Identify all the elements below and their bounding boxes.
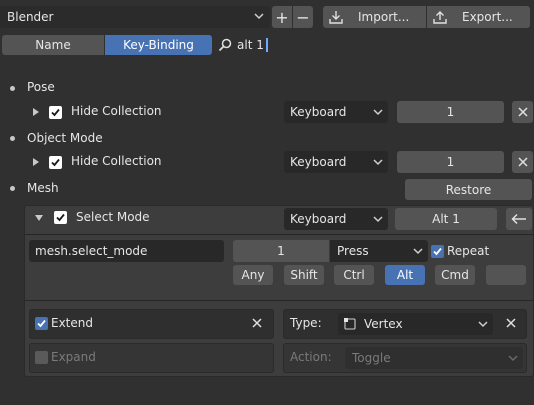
import-icon xyxy=(328,9,344,25)
modifier-shift-button[interactable]: Shift xyxy=(284,265,324,285)
chevron-down-icon xyxy=(373,156,383,171)
section-bullet xyxy=(10,86,15,91)
operator-idname-field[interactable]: mesh.select_mode xyxy=(29,240,224,262)
enable-checkbox[interactable] xyxy=(54,211,67,224)
input-type-dropdown[interactable]: Keyboard xyxy=(284,151,388,173)
repeat-label: Repeat xyxy=(447,244,490,258)
keymap-preset-dropdown[interactable]: Blender xyxy=(0,6,270,28)
expand-label: Expand xyxy=(51,350,96,364)
search-icon xyxy=(218,38,232,52)
modifier-any-button[interactable]: Any xyxy=(233,265,273,285)
vertex-select-icon xyxy=(343,317,357,331)
chevron-down-icon xyxy=(478,318,488,333)
key-value-button[interactable]: 1 xyxy=(233,240,329,262)
divider xyxy=(25,234,533,235)
key-button[interactable]: Alt 1 xyxy=(395,208,497,230)
close-icon xyxy=(506,318,516,328)
remove-item-button[interactable] xyxy=(512,151,533,173)
unset-type-button[interactable] xyxy=(506,318,516,328)
key-modifier-button[interactable] xyxy=(486,265,526,285)
repeat-checkbox[interactable] xyxy=(431,245,444,258)
section-title-mesh: Mesh xyxy=(27,181,59,195)
event-value-dropdown[interactable]: Press xyxy=(330,240,428,262)
keymap-item-label: Select Mode xyxy=(76,210,150,224)
remove-preset-button[interactable]: − xyxy=(293,6,313,28)
chevron-down-icon xyxy=(254,10,264,25)
chevron-down-icon xyxy=(413,245,423,260)
divider xyxy=(25,300,533,301)
section-title-object-mode: Object Mode xyxy=(27,131,103,145)
close-icon xyxy=(252,318,262,328)
extend-checkbox[interactable] xyxy=(35,317,48,330)
chevron-down-icon xyxy=(373,106,383,121)
add-preset-button[interactable]: + xyxy=(272,6,292,28)
close-icon xyxy=(517,107,528,117)
expand-arrow-icon[interactable] xyxy=(33,158,39,166)
section-bullet xyxy=(10,186,15,191)
input-type-dropdown[interactable]: Keyboard xyxy=(284,101,388,123)
unset-extend-button[interactable] xyxy=(252,318,262,328)
collapse-arrow-icon[interactable] xyxy=(35,215,43,221)
expand-checkbox[interactable] xyxy=(35,351,48,364)
keymap-item-label: Hide Collection xyxy=(71,104,162,118)
search-value: alt 1 xyxy=(237,38,264,52)
text-cursor xyxy=(265,38,268,52)
restore-item-button[interactable] xyxy=(506,208,532,230)
back-arrow-icon xyxy=(511,213,527,225)
chevron-down-icon xyxy=(508,352,518,367)
type-dropdown[interactable]: Vertex xyxy=(338,313,493,335)
enable-checkbox[interactable] xyxy=(49,106,62,119)
tab-key-binding[interactable]: Key-Binding xyxy=(105,35,212,55)
type-label: Type: xyxy=(290,316,322,330)
extend-label: Extend xyxy=(51,316,93,330)
modifier-ctrl-button[interactable]: Ctrl xyxy=(334,265,374,285)
export-icon xyxy=(432,9,448,25)
tab-name[interactable]: Name xyxy=(2,35,104,55)
restore-button[interactable]: Restore xyxy=(405,179,532,200)
close-icon xyxy=(517,157,528,167)
export-button[interactable]: Export... xyxy=(427,6,530,28)
search-field[interactable]: alt 1 xyxy=(214,35,534,55)
modifier-cmd-button[interactable]: Cmd xyxy=(435,265,475,285)
section-bullet xyxy=(10,136,15,141)
remove-item-button[interactable] xyxy=(512,101,533,123)
modifier-alt-button[interactable]: Alt xyxy=(385,265,425,285)
preset-value: Blender xyxy=(7,10,54,24)
action-label: Action: xyxy=(290,350,332,364)
chevron-down-icon xyxy=(373,213,383,228)
key-button[interactable]: 1 xyxy=(397,101,504,123)
section-title-pose: Pose xyxy=(27,80,55,94)
expand-arrow-icon[interactable] xyxy=(33,108,39,116)
input-type-dropdown[interactable]: Keyboard xyxy=(284,208,388,230)
keymap-item-label: Hide Collection xyxy=(71,154,162,168)
key-button[interactable]: 1 xyxy=(397,151,504,173)
action-dropdown[interactable]: Toggle xyxy=(345,347,523,369)
import-button[interactable]: Import... xyxy=(323,6,426,28)
enable-checkbox[interactable] xyxy=(49,156,62,169)
